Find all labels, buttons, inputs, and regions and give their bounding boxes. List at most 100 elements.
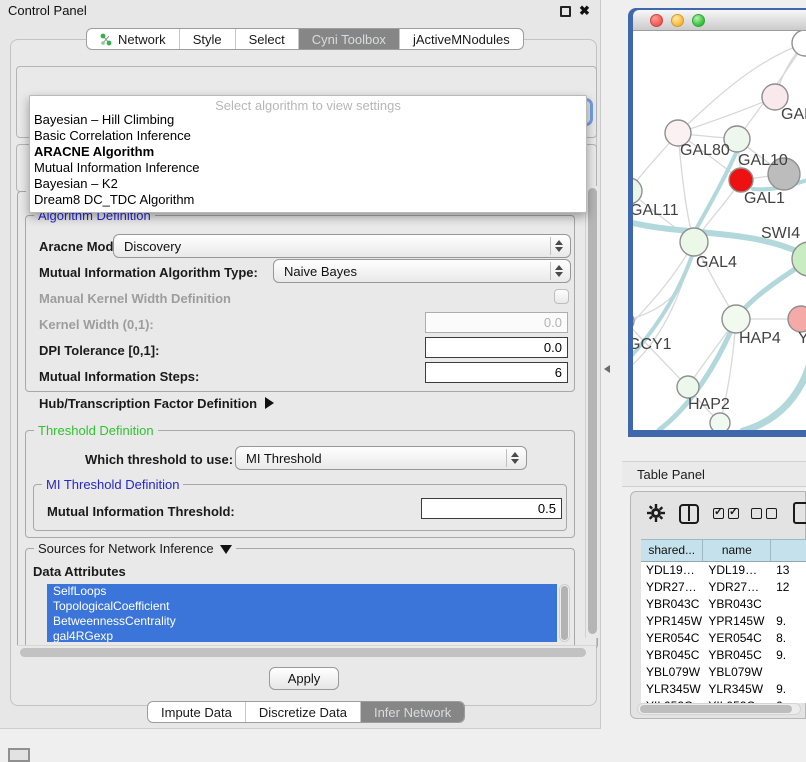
table-row[interactable]: YDL19…YDL19…13 [641,562,806,579]
close-traffic-light[interactable] [650,14,663,27]
sources-group-title[interactable]: Sources for Network Inference [34,541,236,556]
restore-panel-icon[interactable] [8,748,30,762]
control-panel-titlebar: Control Panel ✖ [0,0,600,22]
dpi-tolerance-field[interactable] [425,337,568,358]
table-cell: 8. [771,630,806,647]
table-row[interactable]: YDR27…YDR27…12 [641,579,806,596]
column-header-cut[interactable] [771,540,806,561]
float-window-icon[interactable] [560,6,571,17]
minimize-traffic-light[interactable] [671,14,684,27]
tab-network[interactable]: Network [87,29,180,49]
table-cell: YPR145W [703,613,771,630]
network-edge[interactable] [695,151,737,231]
column-header-shared...[interactable]: shared... [641,540,703,561]
node-label-gal10: GAL10 [738,152,788,169]
data-attributes-list[interactable]: SelfLoopsTopologicalCoefficientBetweenne… [47,584,557,642]
tab-style[interactable]: Style [180,29,236,49]
table-row[interactable]: YBR045CYBR045C9. [641,647,806,664]
node-label-gal11: GAL11 [633,202,679,219]
control-panel-title: Control Panel [8,3,87,18]
algorithm-option-aracne-algorithm[interactable]: ARACNE Algorithm [30,144,586,160]
network-edge[interactable] [743,363,806,430]
attribute-item-betweennesscentrality[interactable]: BetweennessCentrality [47,614,557,629]
settings-vertical-scrollbar[interactable] [585,186,598,638]
algorithm-dropdown-placeholder: Select algorithm to view settings [30,96,586,112]
manual-kernel-width-checkbox[interactable] [554,289,569,304]
network-canvas[interactable]: GALGAL80GAL10GAL1GAL11SWI4GAL4GCY1HAP4YH… [633,31,806,430]
show-columns-icon[interactable] [679,504,699,524]
mi-steps-field[interactable] [425,362,568,383]
node-label-hap2: HAP2 [688,396,730,413]
tab-jactivemnodules[interactable]: jActiveMNodules [400,29,523,49]
mi-algorithm-type-select[interactable]: Naive Bayes [273,259,571,283]
network-node[interactable] [788,306,806,332]
table-cell: 13 [771,562,806,579]
algorithm-option-dream8-dc-tdc-algorithm[interactable]: Dream8 DC_TDC Algorithm [30,192,586,208]
table-cell: 9. [771,647,806,664]
node-label-gal: GAL [781,106,806,123]
node-attribute-table: shared...name YDL19…YDL19…13YDR27…YDR27…… [641,539,806,703]
node-label-gcy1: GCY1 [633,336,672,353]
table-row[interactable]: YBL079WYBL079W [641,664,806,681]
node-label-swi4: SWI4 [761,225,800,242]
mi-threshold-field[interactable] [421,498,562,519]
table-settings-gear-icon[interactable] [647,504,665,522]
network-edge[interactable] [633,242,694,331]
stepper-arrows-icon [506,449,522,467]
tab-label: Discretize Data [259,705,347,720]
attribute-item-gal4rgexp[interactable]: gal4RGexp [47,629,557,642]
network-node[interactable] [710,413,730,430]
table-row[interactable]: YBR043CYBR043C [641,596,806,613]
close-icon[interactable]: ✖ [579,3,590,19]
algorithm-option-basic-correlation-inference[interactable]: Basic Correlation Inference [30,128,586,144]
aracne-mode-select[interactable]: Discovery [113,234,571,258]
algorithm-option-bayesian-hill-climbing[interactable]: Bayesian – Hill Climbing [30,112,586,128]
algorithm-option-mutual-information-inference[interactable]: Mutual Information Inference [30,160,586,176]
table-cell: YDL19… [641,562,703,579]
mi-threshold-definition-title: MI Threshold Definition [42,477,183,492]
network-node[interactable] [792,31,806,56]
attribute-item-selfloops[interactable]: SelfLoops [47,584,557,599]
tab-select[interactable]: Select [236,29,299,49]
node-label-y: Y [798,330,806,347]
threshold-definition-title: Threshold Definition [34,423,158,438]
table-row[interactable]: YLR345WYLR345W9. [641,681,806,698]
which-threshold-select[interactable]: MI Threshold [235,446,527,470]
tab-cyni-toolbox[interactable]: Cyni Toolbox [299,29,400,49]
apply-button[interactable]: Apply [269,667,339,690]
network-node[interactable] [677,376,699,398]
network-node[interactable] [722,305,750,333]
table-horizontal-scrollbar[interactable] [637,703,801,715]
select-all-checkbox-icon-2[interactable]: ✓ [728,508,739,519]
settings-horizontal-scrollbar[interactable] [17,645,596,658]
table-cell: YBL079W [641,664,703,681]
table-cell: YER054C [703,630,771,647]
attributes-list-scrollbar[interactable] [559,584,570,642]
node-label-gal80: GAL80 [680,142,730,159]
table-row[interactable]: YPR145WYPR145W9. [641,613,806,630]
deselect-all-checkbox-icon-2[interactable] [766,508,777,519]
table-cell: YLR345W [641,681,703,698]
column-header-name[interactable]: name [703,540,771,561]
deselect-all-checkbox-icon[interactable] [751,508,762,519]
export-table-icon[interactable] [793,502,806,524]
hub-section-toggle[interactable]: Hub/Transcription Factor Definition [39,396,274,411]
kernel-width-field[interactable] [425,312,568,333]
network-edge[interactable] [678,97,775,133]
network-node[interactable] [633,312,634,330]
tab-discretize-data[interactable]: Discretize Data [246,702,361,722]
tab-label: Select [249,32,285,47]
network-edge[interactable] [633,242,694,321]
stepper-arrows-icon [550,262,566,280]
control-panel-content: Select algorithm to view settings Bayesi… [10,39,597,706]
table-row[interactable]: YER054CYER054C8. [641,630,806,647]
attribute-item-topologicalcoefficient[interactable]: TopologicalCoefficient [47,599,557,614]
network-node[interactable] [729,168,753,192]
select-all-checkbox-icon[interactable]: ✓ [713,508,724,519]
splitter-collapse-arrow[interactable] [604,365,610,373]
tab-impute-data[interactable]: Impute Data [148,702,246,722]
tab-infer-network[interactable]: Infer Network [361,702,464,722]
zoom-traffic-light[interactable] [692,14,705,27]
network-node[interactable] [680,228,708,256]
algorithm-option-bayesian-k2[interactable]: Bayesian – K2 [30,176,586,192]
